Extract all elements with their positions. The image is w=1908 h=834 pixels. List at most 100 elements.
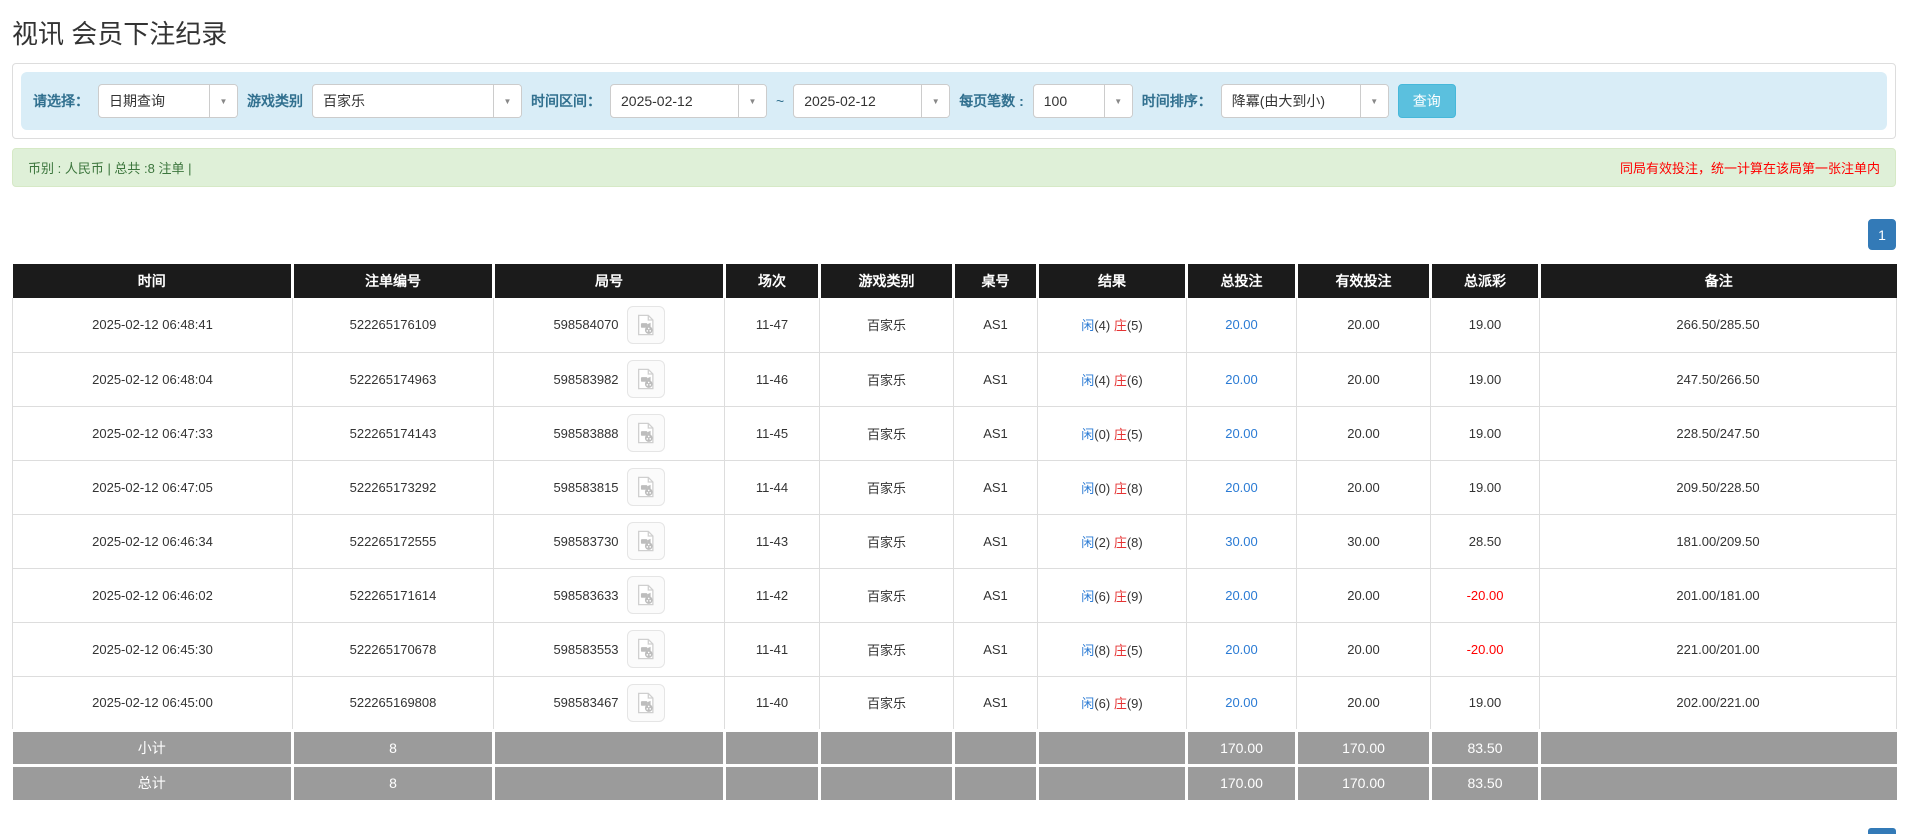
result-banker-label: 庄 [1114, 318, 1127, 333]
total-bet-link[interactable]: 20.00 [1225, 372, 1258, 387]
cell-result: 闲(4) 庄(5) [1038, 298, 1187, 352]
chevron-down-icon[interactable]: ▼ [1104, 85, 1132, 117]
game-type-select[interactable]: 百家乐 ▼ [312, 84, 522, 118]
column-header-result: 结果 [1038, 264, 1187, 298]
cell-result: 闲(6) 庄(9) [1038, 568, 1187, 622]
result-banker-label: 庄 [1114, 535, 1127, 550]
cell-time: 2025-02-12 06:46:02 [13, 568, 293, 622]
cell-table-no: AS1 [954, 406, 1038, 460]
cell-session: 11-47 [725, 298, 820, 352]
round-id-value: 598583553 [553, 642, 618, 657]
subtotal-row: 小计 8 170.00 170.00 83.50 [13, 730, 1897, 765]
video-replay-icon [635, 692, 657, 714]
page-size-select[interactable]: 100 ▼ [1033, 84, 1133, 118]
round-id-value: 598583730 [553, 534, 618, 549]
bottom-pagination-partial[interactable] [1868, 828, 1896, 834]
video-replay-button[interactable] [627, 360, 665, 398]
result-banker-score: (8) [1127, 535, 1143, 550]
cell-bet-id: 522265171614 [293, 568, 494, 622]
cell-note: 202.00/221.00 [1540, 676, 1897, 730]
result-player-label: 闲 [1081, 535, 1094, 550]
round-id-value: 598583888 [553, 426, 618, 441]
page-title: 视讯 会员下注纪录 [12, 0, 1896, 51]
date-from-value: 2025-02-12 [611, 85, 738, 117]
game-type-label: 游戏类别 [247, 91, 303, 111]
grand-total-payout: 83.50 [1431, 765, 1540, 800]
column-header-valid-bet: 有效投注 [1297, 264, 1431, 298]
cell-result: 闲(4) 庄(6) [1038, 352, 1187, 406]
cell-game-type: 百家乐 [820, 352, 954, 406]
sort-order-select[interactable]: 降冪(由大到小) ▼ [1221, 84, 1389, 118]
result-banker-label: 庄 [1114, 481, 1127, 496]
video-replay-button[interactable] [627, 684, 665, 722]
video-replay-button[interactable] [627, 576, 665, 614]
cell-bet-id: 522265174963 [293, 352, 494, 406]
cell-round-id: 598583815 [494, 460, 725, 514]
cell-round-id: 598584070 [494, 298, 725, 352]
result-player-label: 闲 [1081, 481, 1094, 496]
cell-table-no: AS1 [954, 514, 1038, 568]
video-replay-icon [635, 314, 657, 336]
cell-total-bet: 20.00 [1187, 622, 1297, 676]
cell-table-no: AS1 [954, 298, 1038, 352]
cell-note: 228.50/247.50 [1540, 406, 1897, 460]
cell-round-id: 598583467 [494, 676, 725, 730]
query-type-select[interactable]: 日期查询 ▼ [98, 84, 238, 118]
cell-session: 11-46 [725, 352, 820, 406]
grand-total-row: 总计 8 170.00 170.00 83.50 [13, 765, 1897, 800]
chevron-down-icon[interactable]: ▼ [493, 85, 521, 117]
cell-game-type: 百家乐 [820, 406, 954, 460]
page-1-button[interactable]: 1 [1868, 219, 1896, 250]
cell-time: 2025-02-12 06:48:04 [13, 352, 293, 406]
cell-note: 201.00/181.00 [1540, 568, 1897, 622]
total-bet-link[interactable]: 20.00 [1225, 317, 1258, 332]
result-player-score: (8) [1094, 643, 1110, 658]
chevron-down-icon[interactable]: ▼ [209, 85, 237, 117]
video-replay-button[interactable] [627, 306, 665, 344]
table-header-row: 时间 注单编号 局号 场次 游戏类别 桌号 结果 总投注 有效投注 总派彩 备注 [13, 264, 1897, 298]
total-bet-link[interactable]: 20.00 [1225, 642, 1258, 657]
table-row: 2025-02-12 06:47:33 522265174143 5985838… [13, 406, 1897, 460]
cell-valid-bet: 20.00 [1297, 676, 1431, 730]
video-replay-button[interactable] [627, 522, 665, 560]
total-bet-link[interactable]: 20.00 [1225, 426, 1258, 441]
total-bet-link[interactable]: 20.00 [1225, 695, 1258, 710]
cell-valid-bet: 20.00 [1297, 622, 1431, 676]
video-replay-button[interactable] [627, 468, 665, 506]
video-replay-icon [635, 368, 657, 390]
cell-game-type: 百家乐 [820, 622, 954, 676]
cell-session: 11-40 [725, 676, 820, 730]
chevron-down-icon[interactable]: ▼ [1360, 85, 1388, 117]
cell-time: 2025-02-12 06:47:33 [13, 406, 293, 460]
cell-time: 2025-02-12 06:46:34 [13, 514, 293, 568]
cell-table-no: AS1 [954, 622, 1038, 676]
table-row: 2025-02-12 06:46:34 522265172555 5985837… [13, 514, 1897, 568]
video-replay-button[interactable] [627, 414, 665, 452]
chevron-down-icon[interactable]: ▼ [921, 85, 949, 117]
result-player-label: 闲 [1081, 373, 1094, 388]
betting-records-page: 视讯 会员下注纪录 请选择： 日期查询 ▼ 游戏类别 百家乐 ▼ 时间区间： 2… [0, 0, 1908, 834]
filter-bar: 请选择： 日期查询 ▼ 游戏类别 百家乐 ▼ 时间区间： 2025-02-12 … [21, 72, 1887, 130]
column-header-total-bet: 总投注 [1187, 264, 1297, 298]
result-banker-score: (6) [1127, 373, 1143, 388]
video-replay-icon [635, 584, 657, 606]
cell-game-type: 百家乐 [820, 460, 954, 514]
date-to-input[interactable]: 2025-02-12 ▼ [793, 84, 950, 118]
chevron-down-icon[interactable]: ▼ [738, 85, 766, 117]
select-type-label: 请选择： [33, 91, 89, 111]
search-button[interactable]: 查询 [1398, 84, 1456, 118]
cell-time: 2025-02-12 06:47:05 [13, 460, 293, 514]
cell-valid-bet: 20.00 [1297, 298, 1431, 352]
total-bet-link[interactable]: 20.00 [1225, 480, 1258, 495]
round-id-value: 598583467 [553, 695, 618, 710]
result-player-score: (4) [1094, 318, 1110, 333]
total-bet-link[interactable]: 20.00 [1225, 588, 1258, 603]
date-from-input[interactable]: 2025-02-12 ▼ [610, 84, 767, 118]
cell-note: 209.50/228.50 [1540, 460, 1897, 514]
cell-valid-bet: 20.00 [1297, 568, 1431, 622]
video-replay-button[interactable] [627, 630, 665, 668]
total-bet-link[interactable]: 30.00 [1225, 534, 1258, 549]
cell-session: 11-45 [725, 406, 820, 460]
result-banker-score: (5) [1127, 318, 1143, 333]
currency-total-summary: 币别 : 人民币 | 总共 :8 注单 | [28, 158, 192, 177]
